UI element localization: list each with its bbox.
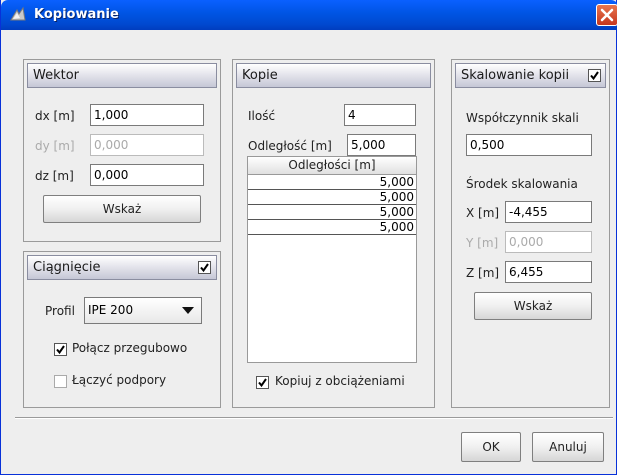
odleglosc-field[interactable]: 5,000 <box>347 134 416 156</box>
laczyc-label: Łączyć podpory <box>72 373 167 387</box>
cancel-button[interactable]: Anuluj <box>532 432 604 462</box>
checkmark-icon <box>258 378 267 388</box>
skalowanie-checkbox[interactable] <box>588 69 601 82</box>
kopiuj-label: Kopiuj z obciążeniami <box>275 374 405 388</box>
dx-label: dx [m] <box>35 109 75 123</box>
z-label: Z [m] <box>466 266 500 280</box>
kopie-panel: Kopie Ilość 4 Odległość [m] 5,000 Odległ… <box>232 59 435 408</box>
wektor-panel: Wektor dx [m] 1,000 dy [m] 0,000 dz [m] … <box>23 59 221 242</box>
profil-value: IPE 200 <box>88 303 134 317</box>
ok-button[interactable]: OK <box>461 432 521 462</box>
ciagniecie-checkbox[interactable] <box>198 261 211 274</box>
skalowanie-header: Skalowanie kopii <box>455 63 606 88</box>
title-bar[interactable]: Kopiowanie <box>1 0 617 30</box>
wektor-wskaz-button[interactable]: Wskaż <box>43 195 201 223</box>
wspolczynnik-label: Współczynnik skali <box>466 111 579 125</box>
dialog-window: Kopiowanie Wektor dx [m] 1,000 dy [m] 0,… <box>0 0 617 475</box>
dz-field[interactable]: 0,000 <box>90 164 204 186</box>
dy-label: dy [m] <box>35 139 75 153</box>
chevron-down-icon <box>182 307 194 314</box>
ilosc-field[interactable]: 4 <box>344 104 416 126</box>
dz-label: dz [m] <box>35 169 74 183</box>
y-label: Y [m] <box>466 236 499 250</box>
laczyc-checkbox[interactable] <box>54 375 67 388</box>
dx-field[interactable]: 1,000 <box>90 104 204 126</box>
ciagniecie-panel: Ciągnięcie Profil IPE 200 Połącz przegub… <box>23 251 221 408</box>
srodek-label: Środek skalowania <box>466 177 578 191</box>
odleglosci-table[interactable]: Odległości [m] 5,000 5,000 5,000 5,000 <box>247 156 417 363</box>
checkmark-icon <box>200 263 209 273</box>
close-icon <box>600 8 614 22</box>
z-field[interactable]: 6,455 <box>505 261 592 283</box>
table-row[interactable]: 5,000 <box>248 175 416 190</box>
ciagniecie-header: Ciągnięcie <box>27 255 217 280</box>
ilosc-label: Ilość <box>248 109 276 123</box>
app-icon <box>10 6 26 21</box>
table-row[interactable]: 5,000 <box>248 205 416 220</box>
close-button[interactable] <box>596 4 617 26</box>
kopiuj-checkbox[interactable] <box>256 376 269 389</box>
y-field: 0,000 <box>505 231 592 253</box>
table-row[interactable]: 5,000 <box>248 190 416 205</box>
odleglosc-label: Odległość [m] <box>248 139 332 153</box>
wektor-header: Wektor <box>27 63 217 88</box>
profil-select[interactable]: IPE 200 <box>84 297 202 324</box>
profil-label: Profil <box>45 304 75 318</box>
ciagniecie-header-label: Ciągnięcie <box>33 260 101 275</box>
skalowanie-header-label: Skalowanie kopii <box>461 68 570 83</box>
dy-field: 0,000 <box>90 134 204 156</box>
checkmark-icon <box>590 71 599 81</box>
skalowanie-panel: Skalowanie kopii Współczynnik skali 0,50… <box>451 59 610 408</box>
polacz-checkbox[interactable] <box>54 343 67 356</box>
table-row[interactable]: 5,000 <box>248 220 416 235</box>
checkmark-icon <box>56 345 65 355</box>
skalowanie-wskaz-button[interactable]: Wskaż <box>474 292 592 320</box>
x-field[interactable]: -4,455 <box>505 201 592 223</box>
wspolczynnik-field[interactable]: 0,500 <box>466 134 592 156</box>
polacz-label: Połącz przegubowo <box>72 341 188 355</box>
table-header: Odległości [m] <box>248 157 416 175</box>
kopie-header: Kopie <box>236 63 431 88</box>
x-label: X [m] <box>466 206 500 220</box>
window-title: Kopiowanie <box>34 7 119 22</box>
footer-separator <box>15 417 613 419</box>
